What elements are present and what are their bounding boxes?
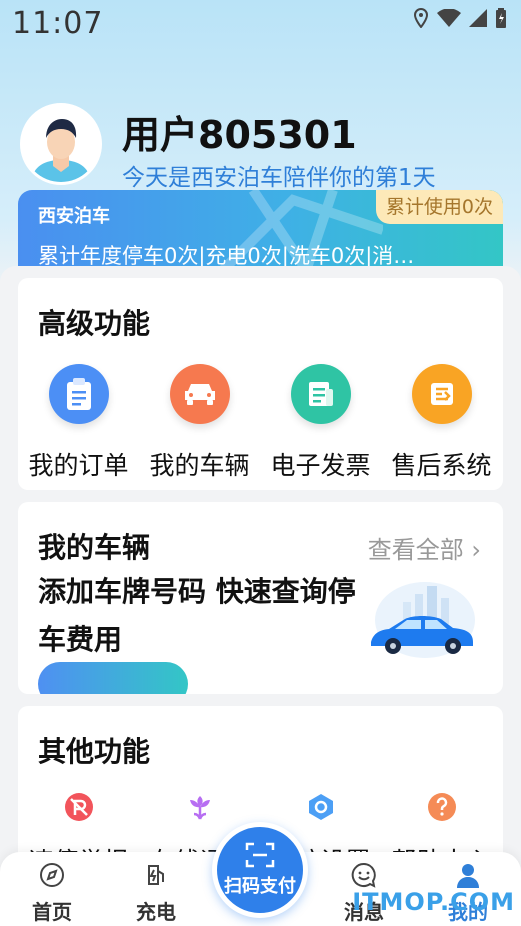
avatar[interactable] [20, 103, 102, 185]
watermark-text: ITMOP.COM [352, 888, 515, 916]
username: 用户805301 [122, 113, 357, 157]
battery-icon [496, 8, 506, 28]
vehicle-promo-text: 添加车牌号码 快速查询停车费用 [38, 575, 356, 656]
signal-icon [469, 9, 487, 27]
no-parking-icon [64, 793, 93, 821]
status-time: 11:07 [12, 6, 104, 41]
chevron-right-icon: › [471, 536, 481, 564]
invoice-icon [290, 364, 351, 424]
nav-label: 充电 [136, 900, 176, 924]
usage-badge: 累计使用0次 [375, 190, 503, 224]
car-icon [169, 364, 230, 424]
status-bar: 11:07 [0, 0, 521, 48]
feature-label: 我的订单 [28, 451, 129, 480]
my-vehicles-button[interactable]: 我的车辆 [139, 364, 260, 482]
flower-icon [189, 796, 210, 820]
user-avatar-icon [23, 106, 99, 182]
section-title: 高级功能 [38, 307, 151, 340]
scan-icon [245, 842, 275, 868]
nav-home[interactable]: 首页 [12, 862, 92, 925]
companion-days-text: 今天是西安泊车陪伴你的第1天 [122, 165, 436, 191]
wifi-icon [437, 9, 461, 27]
section-title: 我的车辆 [38, 531, 151, 564]
feature-label: 我的车辆 [149, 451, 250, 480]
feature-label: 售后系统 [391, 451, 492, 480]
e-invoice-button[interactable]: 电子发票 [260, 364, 381, 482]
nav-charge[interactable]: 充电 [116, 862, 196, 925]
status-icons [413, 8, 507, 28]
scan-pay-button[interactable]: 扫码支付 [212, 822, 308, 918]
view-all-link[interactable]: 查看全部 › [368, 530, 481, 565]
advanced-features-panel: 高级功能 我的订单 我的车辆 电子发票 售后系统 [18, 278, 503, 490]
clipboard-icon [48, 364, 109, 424]
nav-label: 首页 [32, 900, 72, 924]
feature-label: 电子发票 [270, 451, 371, 480]
section-title: 其他功能 [38, 735, 151, 768]
view-all-label: 查看全部 [367, 536, 464, 564]
location-icon [413, 8, 429, 28]
add-plate-button[interactable] [38, 662, 188, 694]
chat-smile-icon [351, 862, 376, 888]
after-sales-button[interactable]: 售后系统 [381, 364, 502, 482]
my-vehicles-panel: 我的车辆 查看全部 › 添加车牌号码 快速查询停车费用 [18, 502, 503, 694]
my-orders-button[interactable]: 我的订单 [18, 364, 139, 482]
service-icon [411, 364, 472, 424]
settings-icon [308, 794, 333, 820]
compass-icon [40, 863, 64, 887]
help-icon [427, 793, 456, 821]
person-icon [457, 864, 479, 888]
card-title: 西安泊车 [38, 206, 110, 227]
scan-label: 扫码支付 [224, 876, 296, 897]
charging-icon [148, 865, 164, 885]
car-illustration-icon [371, 582, 475, 658]
